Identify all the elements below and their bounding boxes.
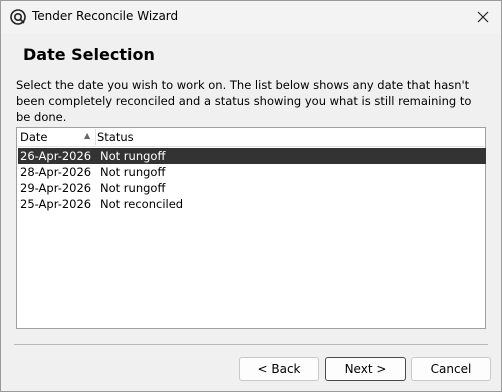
list-row[interactable]: 26-Apr-2026 Not rungoff — [18, 148, 486, 164]
next-button[interactable]: Next > — [325, 357, 406, 381]
list-row[interactable]: 25-Apr-2026 Not reconciled — [18, 196, 486, 212]
close-icon — [477, 11, 489, 23]
row-status: Not rungoff — [100, 149, 166, 163]
page-title: Date Selection — [23, 45, 155, 64]
sort-ascending-icon: ▲ — [84, 131, 91, 140]
list-row[interactable]: 28-Apr-2026 Not rungoff — [18, 164, 486, 180]
app-logo-icon — [10, 9, 26, 25]
close-button[interactable] — [469, 5, 497, 29]
footer-divider — [14, 344, 488, 345]
wizard-window: Tender Reconcile Wizard Date Selection S… — [0, 0, 502, 392]
date-list[interactable]: Date ▲ Status 26-Apr-2026 Not rungoff 28… — [16, 127, 486, 329]
row-status: Not rungoff — [100, 165, 166, 179]
column-separator[interactable] — [95, 129, 96, 145]
row-status: Not rungoff — [100, 181, 166, 195]
list-header: Date ▲ Status — [17, 128, 485, 147]
wizard-header: Date Selection — [1, 33, 501, 73]
title-bar[interactable]: Tender Reconcile Wizard — [1, 1, 501, 33]
row-status: Not reconciled — [100, 197, 184, 211]
row-date: 29-Apr-2026 — [20, 181, 92, 195]
cancel-button[interactable]: Cancel — [411, 357, 491, 381]
window-title: Tender Reconcile Wizard — [32, 9, 179, 23]
back-button[interactable]: < Back — [239, 357, 319, 381]
column-header-date[interactable]: Date — [20, 130, 92, 144]
list-row[interactable]: 29-Apr-2026 Not rungoff — [18, 180, 486, 196]
column-header-status[interactable]: Status — [97, 130, 134, 144]
row-date: 25-Apr-2026 — [20, 197, 92, 211]
row-date: 26-Apr-2026 — [20, 149, 92, 163]
instructions-text: Select the date you wish to work on. The… — [16, 78, 472, 124]
row-date: 28-Apr-2026 — [20, 165, 92, 179]
